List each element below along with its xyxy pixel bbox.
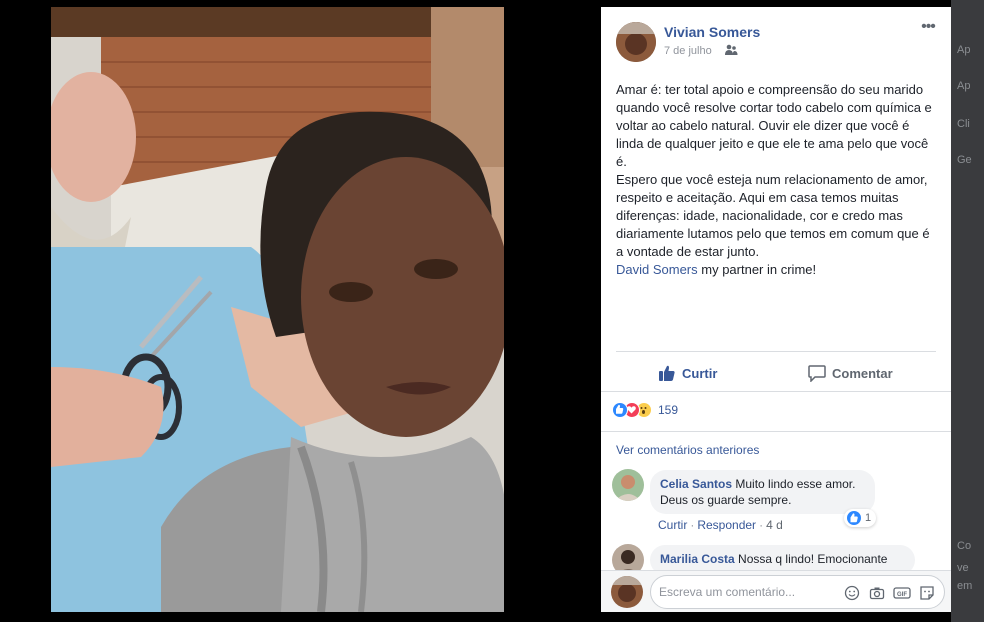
post-paragraph-2: Espero que você esteja num relacionament… <box>616 172 930 259</box>
svg-text:GIF: GIF <box>897 592 907 598</box>
bg-stub-5: ve <box>957 562 969 574</box>
comment-input[interactable]: Escreva um comentário... GIF <box>650 575 945 609</box>
friends-icon <box>725 44 738 55</box>
see-previous-comments-link[interactable]: Ver comentários anteriores <box>616 443 759 457</box>
mention-link[interactable]: David Somers <box>616 262 698 277</box>
separator-dot: · <box>759 518 764 532</box>
reaction-summary[interactable]: 159 <box>612 401 678 419</box>
bg-stub-1: Ap <box>957 80 971 92</box>
author-name[interactable]: Vivian Somers <box>664 24 760 40</box>
camera-icon[interactable] <box>868 584 886 602</box>
like-reaction-icon <box>847 511 861 525</box>
bg-stub-6: em <box>957 580 973 592</box>
comment-like-count: 1 <box>865 512 872 524</box>
composer-tools: GIF <box>843 584 936 602</box>
comment-time[interactable]: 4 d <box>766 518 783 532</box>
author-avatar[interactable] <box>616 22 656 62</box>
comment-icon <box>808 365 826 382</box>
comment-text-line1: Muito lindo esse amor. <box>735 477 856 491</box>
comment-actions: Curtir · Responder · 4 d <box>658 518 783 532</box>
comment-button[interactable]: Comentar <box>808 362 893 384</box>
more-options-icon[interactable]: ••• <box>917 19 939 37</box>
bg-stub-3: Ge <box>957 154 972 166</box>
thumbs-up-icon <box>659 365 675 381</box>
comment-input-placeholder: Escreva um comentário... <box>659 585 796 599</box>
comment-author[interactable]: Marilia Costa <box>660 552 735 566</box>
sticker-icon[interactable] <box>918 584 936 602</box>
divider-mid <box>601 391 951 392</box>
like-reaction-icon <box>612 402 628 418</box>
comment-reply-link[interactable]: Responder <box>697 518 756 532</box>
separator-dot: · <box>690 518 695 532</box>
bg-stub-0: Ap <box>957 44 971 56</box>
comment-text-line2: Deus os guarde sempre. <box>660 493 792 507</box>
comment-bubble: Celia Santos Muito lindo esse amor. Deus… <box>650 470 875 514</box>
post-paragraph-1: Amar é: ter total apoio e compreensão do… <box>616 82 932 169</box>
comment-like-link[interactable]: Curtir <box>658 518 687 532</box>
comment-avatar[interactable] <box>612 469 644 501</box>
bg-stub-2: Cli <box>957 118 970 130</box>
post-mention-line: David Somers my partner in crime! <box>616 261 936 279</box>
mention-suffix: my partner in crime! <box>697 262 817 277</box>
comment-button-label: Comentar <box>832 365 893 381</box>
background-page-strip: Ap Ap Cli Ge Co ve em <box>951 0 984 622</box>
post-text: Amar é: ter total apoio e compreensão do… <box>616 81 936 279</box>
comment-composer: Escreva um comentário... GIF <box>601 570 951 612</box>
comment-like-badge[interactable]: 1 <box>844 509 877 527</box>
post-panel: Vivian Somers 7 de julho ••• Amar é: ter… <box>601 7 951 612</box>
bg-stub-4: Co <box>957 540 972 552</box>
photo-illustration <box>51 7 504 612</box>
like-button[interactable]: Curtir <box>658 362 717 384</box>
comment-text-line1: Nossa q lindo! Emocionante <box>738 552 888 566</box>
post-date[interactable]: 7 de julho <box>664 45 712 57</box>
divider-top <box>616 351 936 352</box>
post-photo[interactable] <box>51 7 504 612</box>
reaction-count[interactable]: 159 <box>658 403 678 417</box>
like-button-label: Curtir <box>682 365 718 381</box>
comment-author[interactable]: Celia Santos <box>660 477 732 491</box>
gif-icon[interactable]: GIF <box>893 584 911 602</box>
emoji-icon[interactable] <box>843 584 861 602</box>
composer-avatar <box>611 576 643 608</box>
divider-comments <box>601 431 951 432</box>
